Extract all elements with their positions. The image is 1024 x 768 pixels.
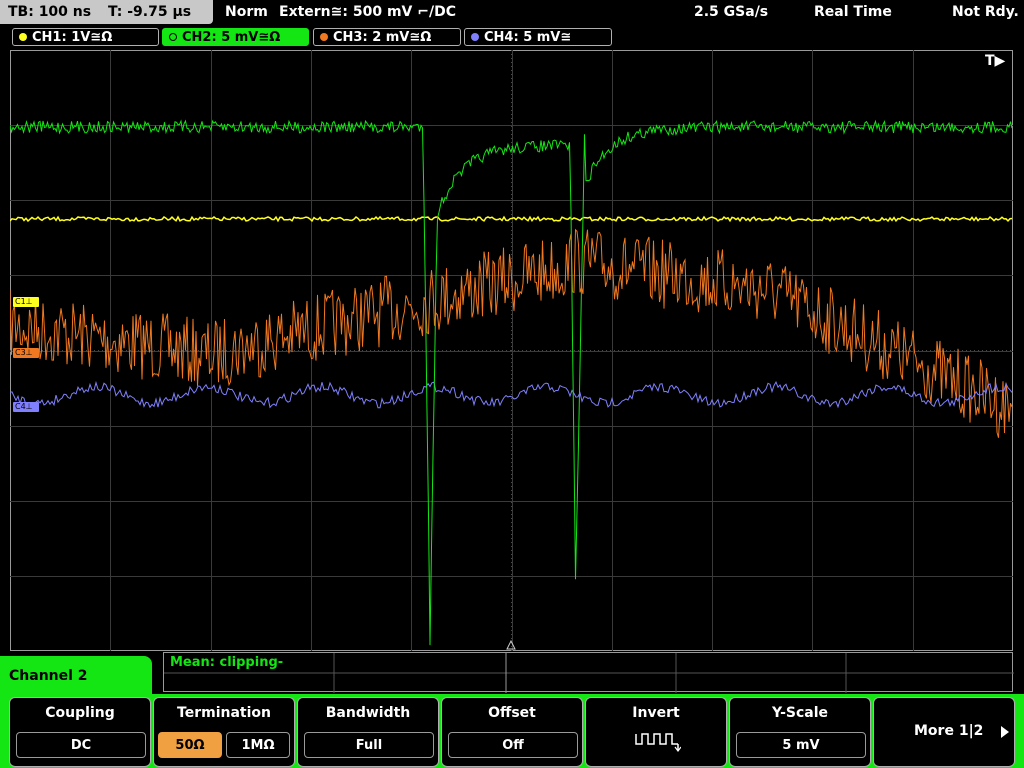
arrow-right-icon bbox=[1001, 726, 1009, 738]
invert-title: Invert bbox=[632, 705, 680, 721]
measurement-grid bbox=[164, 653, 1014, 693]
bandwidth-title: Bandwidth bbox=[325, 705, 411, 721]
ch4-ground-marker[interactable]: C4⊥ bbox=[13, 402, 39, 412]
acquisition-state: Not Rdy. bbox=[952, 4, 1019, 20]
menu-title-tab: Channel 2 bbox=[0, 656, 152, 696]
channel-tab-ch2[interactable]: CH2: 5 mV≅Ω bbox=[162, 28, 309, 46]
acquisition-mode: Real Time bbox=[814, 4, 892, 20]
ch3-color-dot-icon bbox=[320, 33, 328, 41]
termination-softkey[interactable]: Termination 50Ω 1MΩ bbox=[153, 697, 295, 767]
trigger-marker: T▶ bbox=[985, 53, 1006, 69]
termination-1mohm-button[interactable]: 1MΩ bbox=[226, 732, 290, 758]
invert-softkey[interactable]: Invert bbox=[585, 697, 727, 767]
ch1-ground-marker[interactable]: C1⊥ bbox=[13, 297, 39, 307]
yscale-value[interactable]: 5 mV bbox=[736, 732, 866, 758]
bandwidth-value[interactable]: Full bbox=[304, 732, 434, 758]
channel-tab-label: CH4: 5 mV≅ bbox=[484, 30, 572, 45]
coupling-value[interactable]: DC bbox=[16, 732, 146, 758]
trigger-mode[interactable]: Norm bbox=[225, 0, 268, 24]
yscale-softkey[interactable]: Y-Scale 5 mV bbox=[729, 697, 871, 767]
channel-tab-label: CH1: 1V≅Ω bbox=[32, 30, 113, 45]
coupling-softkey[interactable]: Coupling DC bbox=[9, 697, 151, 767]
ch1-color-dot-icon bbox=[19, 33, 27, 41]
measurement-panel: Mean: clipping- bbox=[163, 652, 1014, 693]
timebase-value: TB: 100 ns bbox=[8, 4, 92, 20]
channel-tab-ch3[interactable]: CH3: 2 mV≅Ω bbox=[313, 28, 461, 46]
more-label: More 1|2 bbox=[914, 723, 984, 739]
channel-tab-ch1[interactable]: CH1: 1V≅Ω bbox=[12, 28, 159, 46]
trigger-source[interactable]: Extern≅: 500 mV ⌐/DC bbox=[279, 0, 456, 24]
offset-softkey[interactable]: Offset Off bbox=[441, 697, 583, 767]
status-bar: TB: 100 ns T: -9.75 µs Norm Extern≅: 500… bbox=[0, 0, 1024, 24]
yscale-title: Y-Scale bbox=[771, 705, 828, 721]
offset-title: Offset bbox=[488, 705, 536, 721]
sample-rate: 2.5 GSa/s bbox=[694, 4, 769, 20]
channel-tab-label: CH2: 5 mV≅Ω bbox=[182, 30, 281, 45]
waveform-canvas bbox=[10, 50, 1013, 651]
more-softkey[interactable]: More 1|2 bbox=[873, 697, 1015, 767]
inverted-square-wave-icon bbox=[635, 733, 681, 752]
termination-title: Termination bbox=[177, 705, 271, 721]
channel-tab-label: CH3: 2 mV≅Ω bbox=[333, 30, 432, 45]
ch3-ground-marker[interactable]: C3⊥ bbox=[13, 348, 39, 358]
ch2-color-dot-icon bbox=[169, 33, 177, 41]
timebase-box[interactable]: TB: 100 ns T: -9.75 µs bbox=[0, 0, 213, 24]
ch4-color-dot-icon bbox=[471, 33, 479, 41]
channel-tab-ch4[interactable]: CH4: 5 mV≅ bbox=[464, 28, 612, 46]
termination-50ohm-button[interactable]: 50Ω bbox=[158, 732, 222, 758]
offset-value[interactable]: Off bbox=[448, 732, 578, 758]
ch1-trace bbox=[10, 215, 1013, 223]
bandwidth-softkey[interactable]: Bandwidth Full bbox=[297, 697, 439, 767]
trigger-time-value: T: -9.75 µs bbox=[107, 4, 192, 20]
coupling-title: Coupling bbox=[45, 705, 115, 721]
